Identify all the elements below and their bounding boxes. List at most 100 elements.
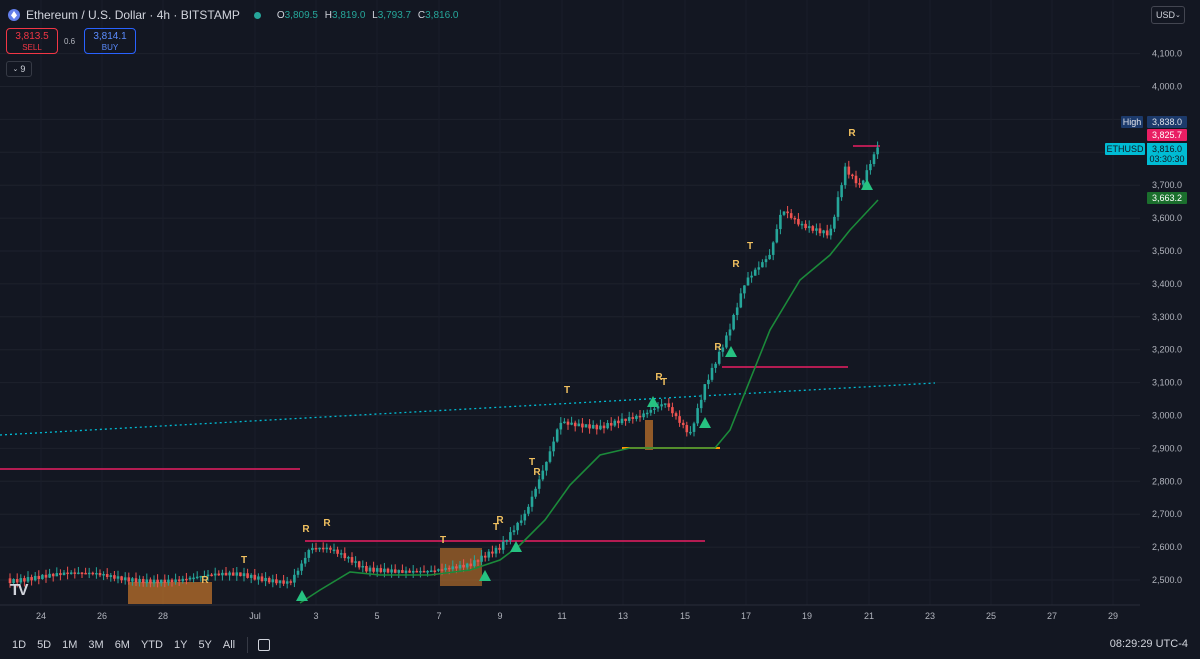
range-1d[interactable]: 1D xyxy=(12,639,26,651)
candle-body xyxy=(689,431,692,434)
currency-select[interactable]: USD ⌄ xyxy=(1151,6,1185,24)
range-1y[interactable]: 1Y xyxy=(174,639,187,651)
candle-body xyxy=(519,520,523,523)
signal-label: T xyxy=(747,241,753,252)
high-tag: High xyxy=(1123,117,1142,127)
candle-body xyxy=(649,409,653,413)
candle-body xyxy=(62,572,66,576)
range-1m[interactable]: 1M xyxy=(62,639,77,651)
candle-body xyxy=(836,197,840,217)
range-all[interactable]: All xyxy=(223,639,235,651)
candle-body xyxy=(257,576,260,580)
candle-body xyxy=(163,579,167,583)
time-tick-label: 29 xyxy=(1108,611,1118,621)
price-chart[interactable]: RTRRTTRTRTRTRTRR 4,100.04,000.03,900.03,… xyxy=(0,0,1200,659)
candle-body xyxy=(584,424,588,428)
candle-body xyxy=(815,228,818,231)
candle-body xyxy=(858,183,861,185)
candle-body xyxy=(768,254,771,260)
candle-body xyxy=(591,425,595,429)
symbol-legend[interactable]: Ethereum / U.S. Dollar · 4h · BITSTAMP O… xyxy=(8,8,459,22)
candle-body xyxy=(357,561,361,568)
candle-body xyxy=(437,569,440,571)
candle-body xyxy=(44,574,48,578)
range-6m[interactable]: 6M xyxy=(115,639,130,651)
candle-body xyxy=(678,416,681,423)
candle-body xyxy=(516,522,519,531)
time-tick-label: 11 xyxy=(557,611,566,621)
candle-body xyxy=(620,418,624,424)
candle-body xyxy=(393,569,397,573)
buy-button[interactable]: 3,814.1 BUY xyxy=(84,28,136,54)
candle-body xyxy=(465,563,469,568)
candle-body xyxy=(361,565,365,568)
range-3m[interactable]: 3M xyxy=(88,639,103,651)
ohlc-values: O3,809.5 H3,819.0 L3,793.7 C3,816.0 xyxy=(276,9,459,21)
symbol-title[interactable]: Ethereum / U.S. Dollar · 4h · BITSTAMP xyxy=(26,8,240,22)
range-5d[interactable]: 5D xyxy=(37,639,51,651)
time-axis[interactable]: 24 26 28 Jul 3 5 7 9 11 13 15 17 19 21 23 25 27 29 xyxy=(0,604,1140,621)
candle-body xyxy=(390,569,393,573)
candle-body xyxy=(707,379,710,385)
dotted-trendline xyxy=(0,382,936,436)
signal-label: T xyxy=(241,555,247,566)
signal-label: T xyxy=(661,377,667,388)
candle-body xyxy=(635,415,638,419)
calendar-icon[interactable] xyxy=(258,638,271,651)
time-tick-label: 21 xyxy=(864,611,874,621)
signal-label: R xyxy=(533,467,541,478)
candle-body xyxy=(372,567,375,572)
candle-body xyxy=(415,570,419,573)
candle-body xyxy=(80,572,84,575)
candle-body xyxy=(743,285,746,294)
ticker-tag: ETHUSD xyxy=(1106,144,1144,154)
candle-body xyxy=(109,575,113,577)
spread-value: 0.6 xyxy=(64,37,76,46)
candle-body xyxy=(728,329,732,336)
candle-body xyxy=(422,571,426,573)
candle-body xyxy=(789,213,793,218)
candle-body xyxy=(228,572,231,576)
candle-body xyxy=(249,574,253,578)
candle-body xyxy=(429,570,433,572)
candle-body xyxy=(699,399,703,409)
candle-body xyxy=(761,262,764,268)
candle-body xyxy=(91,572,95,575)
signal-label: R xyxy=(496,515,504,526)
countdown-tag: 03:30:30 xyxy=(1149,154,1184,164)
candle-body xyxy=(735,307,739,315)
candle-body xyxy=(159,579,163,584)
candle-body xyxy=(231,572,235,576)
candle-body xyxy=(617,420,620,424)
signal-label: R xyxy=(201,575,209,586)
candle-body xyxy=(851,174,854,177)
buy-arrow-icon xyxy=(699,417,711,428)
candle-body xyxy=(667,403,671,408)
candle-body xyxy=(300,563,303,571)
candle-body xyxy=(368,567,372,572)
time-tick-label: 3 xyxy=(313,611,318,621)
clock[interactable]: 08:29:29 UTC-4 xyxy=(1110,638,1188,650)
candle-body xyxy=(120,576,123,581)
buy-arrow-icon xyxy=(510,541,522,552)
candle-body xyxy=(131,578,134,582)
candle-body xyxy=(458,564,462,569)
range-5y[interactable]: 5Y xyxy=(198,639,211,651)
candle-body xyxy=(51,573,55,577)
indicators-toggle[interactable]: ⌄ 9 xyxy=(6,61,32,77)
range-ytd[interactable]: YTD xyxy=(141,639,163,651)
candle-body xyxy=(73,572,77,574)
candle-body xyxy=(264,577,267,582)
buy-arrows xyxy=(296,179,873,601)
candle-body xyxy=(411,570,415,573)
candle-body xyxy=(433,570,437,572)
candle-body xyxy=(750,275,753,278)
candle-body xyxy=(246,573,249,578)
candle-body xyxy=(861,180,865,185)
sell-button[interactable]: 3,813.5 SELL xyxy=(6,28,58,54)
candle-body xyxy=(365,565,368,572)
candle-body xyxy=(782,211,786,215)
price-tick-label: 3,000.0 xyxy=(1152,411,1182,421)
price-tick-label: 3,400.0 xyxy=(1152,279,1182,289)
candle-body xyxy=(710,367,714,380)
